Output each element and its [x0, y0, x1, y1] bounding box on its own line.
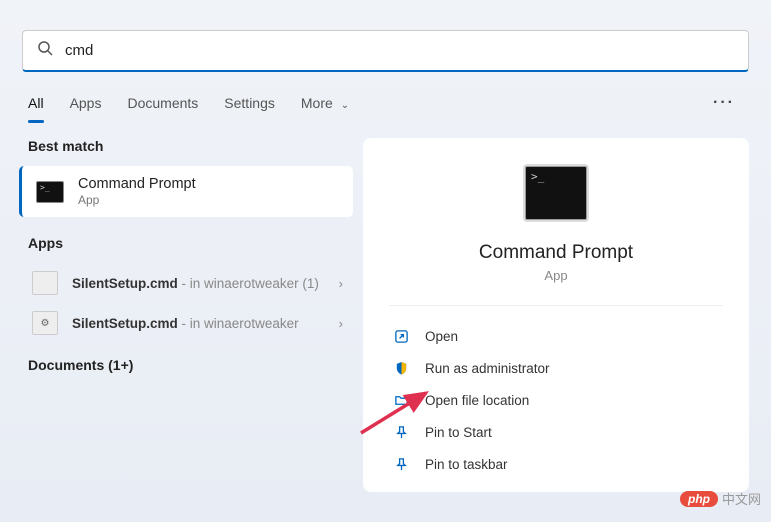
chevron-right-icon: ›: [339, 276, 343, 291]
best-match-result[interactable]: Command Prompt App: [19, 166, 353, 217]
app-location: - in winaerotweaker: [182, 316, 299, 331]
app-result-item[interactable]: SilentSetup.cmd - in winaerotweaker (1) …: [22, 263, 353, 303]
app-name: SilentSetup.cmd: [72, 276, 178, 291]
app-name: SilentSetup.cmd: [72, 316, 178, 331]
action-label: Pin to Start: [425, 425, 492, 440]
watermark: php 中文网: [680, 489, 761, 508]
result-subtitle: App: [78, 193, 196, 207]
app-result-text: SilentSetup.cmd - in winaerotweaker (1): [72, 276, 325, 291]
tab-all[interactable]: All: [28, 87, 44, 119]
command-prompt-icon: [525, 166, 587, 220]
preview-panel: Command Prompt App Open Run as administr…: [363, 138, 749, 492]
divider: [389, 305, 723, 306]
app-result-item[interactable]: ⚙ SilentSetup.cmd - in winaerotweaker ›: [22, 303, 353, 343]
open-icon: [393, 328, 409, 344]
app-location: - in winaerotweaker (1): [182, 276, 319, 291]
action-label: Open: [425, 329, 458, 344]
action-label: Pin to taskbar: [425, 457, 508, 472]
action-run-as-administrator[interactable]: Run as administrator: [389, 352, 723, 384]
chevron-right-icon: ›: [339, 316, 343, 331]
action-open[interactable]: Open: [389, 320, 723, 352]
watermark-text: 中文网: [722, 489, 761, 508]
search-input[interactable]: [65, 42, 734, 59]
action-pin-to-taskbar[interactable]: Pin to taskbar: [389, 448, 723, 480]
action-open-file-location[interactable]: Open file location: [389, 384, 723, 416]
apps-heading: Apps: [22, 235, 353, 251]
file-icon: ⚙: [32, 311, 58, 335]
chevron-down-icon: ⌄: [341, 100, 349, 111]
action-label: Run as administrator: [425, 361, 550, 376]
command-prompt-icon: [36, 181, 64, 203]
action-label: Open file location: [425, 393, 529, 408]
tab-settings[interactable]: Settings: [224, 87, 275, 119]
watermark-badge: php: [680, 491, 718, 507]
results-column: Best match Command Prompt App Apps Silen…: [22, 138, 353, 492]
preview-subtitle: App: [389, 268, 723, 283]
app-result-text: SilentSetup.cmd - in winaerotweaker: [72, 316, 325, 331]
shield-icon: [393, 360, 409, 376]
action-pin-to-start[interactable]: Pin to Start: [389, 416, 723, 448]
best-match-text: Command Prompt App: [78, 176, 196, 207]
documents-heading[interactable]: Documents (1+): [22, 357, 353, 373]
filter-tabs: All Apps Documents Settings More ⌄ ···: [0, 86, 771, 120]
result-title: Command Prompt: [78, 176, 196, 192]
pin-icon: [393, 456, 409, 472]
search-box[interactable]: [22, 30, 749, 72]
file-icon: [32, 271, 58, 295]
folder-icon: [393, 392, 409, 408]
overflow-menu-button[interactable]: ···: [705, 86, 743, 120]
tab-more[interactable]: More ⌄: [301, 87, 349, 119]
best-match-heading: Best match: [22, 138, 353, 154]
search-icon: [37, 40, 53, 61]
preview-title: Command Prompt: [389, 242, 723, 264]
pin-icon: [393, 424, 409, 440]
tab-documents[interactable]: Documents: [127, 87, 198, 119]
tab-more-label: More: [301, 95, 333, 111]
tab-apps[interactable]: Apps: [70, 87, 102, 119]
